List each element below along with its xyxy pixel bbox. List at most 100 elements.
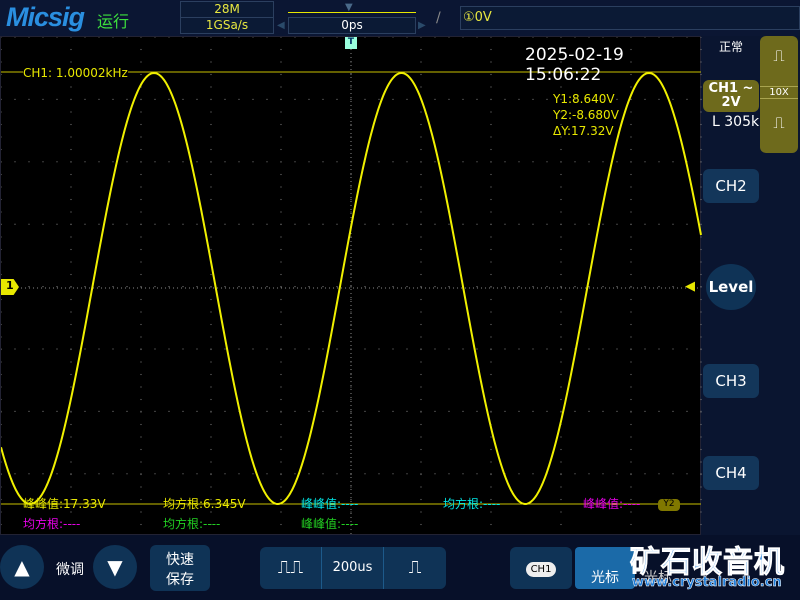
- trigger-time-marker[interactable]: T: [345, 37, 357, 49]
- grid-dot: [210, 386, 212, 388]
- pulse-wide-icon[interactable]: ⎍: [760, 46, 798, 66]
- grid-dot: [630, 473, 632, 476]
- grid-dot: [28, 37, 30, 38]
- grid-dot: [294, 473, 296, 475]
- grid-dot: [616, 223, 618, 225]
- ch2-button[interactable]: CH2: [703, 169, 759, 203]
- grid-dot: [266, 161, 268, 163]
- grid-dot: [630, 236, 632, 238]
- grid-dot: [1, 398, 2, 401]
- grid-dot: [42, 473, 44, 475]
- grid-dot: [196, 473, 198, 475]
- channel-select-button[interactable]: CH1: [510, 547, 572, 589]
- grid-dot: [70, 286, 72, 288]
- grid-dot: [560, 398, 562, 401]
- ch1-scale-button[interactable]: CH1 ~ 2V: [703, 80, 759, 112]
- quick-save-button[interactable]: 快速 保存: [150, 545, 210, 591]
- level-knob[interactable]: Level: [706, 264, 756, 310]
- grid-dot: [336, 98, 338, 100]
- measurement: 均方根:----: [163, 517, 221, 531]
- grid-dot: [140, 98, 142, 101]
- ch3-button[interactable]: CH3: [703, 364, 759, 398]
- grid-dot: [154, 223, 156, 225]
- timebase-control[interactable]: ⎍⎍ 200us ⎍: [260, 547, 446, 589]
- sample-rate[interactable]: 1GSa/s: [180, 17, 274, 34]
- grid-dot: [574, 410, 576, 412]
- grid-dot: [560, 173, 562, 176]
- cursor-button[interactable]: 光标: [575, 547, 635, 589]
- left-arrow-icon[interactable]: ◀: [277, 20, 285, 31]
- trigger-mode[interactable]: 正常: [719, 38, 743, 55]
- grid-dot: [140, 511, 142, 513]
- grid-dot: [420, 436, 422, 438]
- grid-dot: [126, 161, 128, 163]
- timebase-value[interactable]: 200us: [322, 547, 384, 589]
- grid-dot: [616, 410, 618, 412]
- grid-dot: [252, 473, 254, 475]
- grid-dot: [56, 473, 58, 475]
- grid-dot: [196, 98, 198, 100]
- grid-dot: [560, 361, 562, 363]
- run-state[interactable]: 运行: [97, 8, 129, 32]
- grid-dot: [210, 398, 212, 401]
- grid-dot: [70, 98, 72, 101]
- grid-dot: [462, 473, 464, 475]
- grid-dot: [350, 386, 352, 388]
- fine-up-button[interactable]: ▲: [0, 545, 44, 589]
- rising-edge-icon[interactable]: /: [436, 10, 441, 26]
- grid-dot: [350, 486, 352, 488]
- trigger-level[interactable]: ①0V: [460, 6, 800, 30]
- grid-dot: [560, 161, 562, 163]
- grid-dot: [210, 211, 212, 213]
- grid-dot: [1, 298, 2, 301]
- grid-dot: [294, 37, 296, 38]
- grid-dot: [252, 286, 254, 288]
- grid-dot: [560, 311, 562, 313]
- grid-dot: [280, 298, 282, 301]
- grid-dot: [210, 111, 212, 113]
- memory-depth[interactable]: 28M: [180, 1, 274, 18]
- probe-panel[interactable]: ⎍ 10X ⎍: [760, 36, 798, 153]
- trigger-level-marker-icon[interactable]: ◀: [685, 279, 695, 294]
- grid-dot: [504, 161, 506, 163]
- pulse-narrow-icon[interactable]: ⎍: [760, 113, 798, 133]
- grid-dot: [14, 410, 16, 412]
- fine-down-button[interactable]: ▼: [93, 545, 137, 589]
- grid-dot: [602, 473, 604, 475]
- grid-dot: [238, 286, 240, 288]
- waveform-display[interactable]: 2025-02-19 15:06:22 CH1: 1.00002kHz Y1:8…: [0, 36, 702, 536]
- grid-dot: [280, 398, 282, 401]
- grid-dot: [28, 223, 30, 225]
- grid-dot: [518, 161, 520, 163]
- grid-dot: [322, 161, 324, 163]
- grid-dot: [280, 48, 282, 51]
- ch4-button[interactable]: CH4: [703, 456, 759, 490]
- grid-dot: [420, 348, 422, 351]
- grid-dot: [672, 348, 674, 350]
- grid-dot: [518, 286, 520, 288]
- grid-dot: [70, 111, 72, 113]
- time-offset[interactable]: 0ps: [288, 17, 416, 34]
- probe-ratio[interactable]: 10X: [760, 86, 798, 99]
- grid-dot: [490, 248, 492, 251]
- grid-dot: [658, 98, 660, 100]
- grid-dot: [462, 37, 464, 38]
- timebase-decrease-icon[interactable]: ⎍⎍: [260, 547, 322, 589]
- grid-dot: [490, 448, 492, 451]
- top-bar: Micsig 运行 28M 1GSa/s ▼ ◀ 0ps ▶ / ①0V: [0, 0, 800, 36]
- cursor-y2-marker[interactable]: Y2: [658, 499, 680, 511]
- grid-dot: [420, 186, 422, 188]
- grid-dot: [574, 473, 576, 475]
- grid-dot: [168, 348, 170, 350]
- grid-dot: [126, 473, 128, 475]
- right-arrow-icon[interactable]: ▶: [418, 20, 426, 31]
- grid-dot: [280, 136, 282, 138]
- grid-dot: [280, 411, 282, 413]
- grid-dot: [518, 37, 520, 38]
- timebase-increase-icon[interactable]: ⎍: [384, 547, 446, 589]
- grid-dot: [630, 148, 632, 151]
- grid-dot: [490, 261, 492, 263]
- grid-dot: [182, 348, 184, 350]
- grid-dot: [630, 373, 632, 376]
- grid-dot: [154, 98, 156, 100]
